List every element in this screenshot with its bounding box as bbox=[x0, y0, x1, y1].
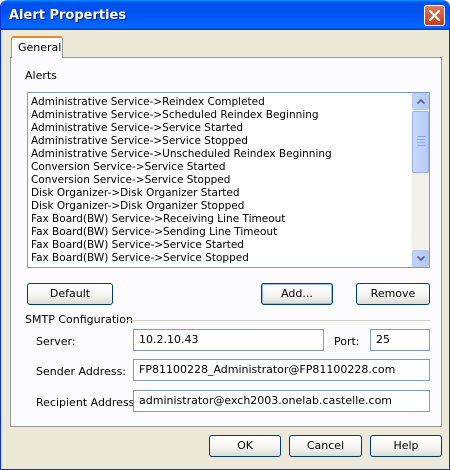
list-item[interactable]: Administrative Service->Scheduled Reinde… bbox=[30, 109, 412, 122]
title-bar[interactable]: Alert Properties bbox=[1, 0, 449, 30]
recipient-address-input[interactable]: administrator@exch2003.onelab.castelle.c… bbox=[133, 390, 430, 412]
alerts-listbox[interactable]: Administrative Service->Reindex Complete… bbox=[27, 92, 430, 268]
list-item[interactable]: Conversion Service->Service Stopped bbox=[30, 174, 412, 187]
grip-line bbox=[417, 142, 425, 143]
list-item[interactable]: Administrative Service->Service Stopped bbox=[30, 135, 412, 148]
list-item[interactable]: Fax Board(BW) Service->Sending Line Time… bbox=[30, 226, 412, 239]
cancel-button[interactable]: Cancel bbox=[289, 435, 362, 457]
sender-address-label: Sender Address: bbox=[36, 365, 127, 378]
scroll-thumb[interactable] bbox=[412, 111, 429, 173]
smtp-section-label: SMTP Configuration bbox=[25, 313, 133, 326]
grip-line bbox=[417, 139, 425, 140]
list-item[interactable]: Fax Board(BW) Service->Service Stopped bbox=[30, 252, 412, 265]
list-item[interactable]: Disk Organizer->Disk Organizer Started bbox=[30, 187, 412, 200]
tab-general-label: General bbox=[18, 41, 62, 54]
list-item[interactable]: Fax Board(BW) Service->Receiving Line Ti… bbox=[30, 213, 412, 226]
list-item[interactable]: Administrative Service->Service Started bbox=[30, 122, 412, 135]
port-input[interactable]: 25 bbox=[370, 329, 430, 351]
list-item[interactable]: Administrative Service->Reindex Complete… bbox=[30, 96, 412, 109]
alerts-list: Administrative Service->Reindex Complete… bbox=[30, 96, 412, 265]
list-item[interactable]: Disk Organizer->Disk Organizer Stopped bbox=[30, 200, 412, 213]
grip-line bbox=[417, 145, 425, 146]
add-button[interactable]: Add... bbox=[261, 283, 333, 305]
help-button[interactable]: Help bbox=[370, 435, 442, 457]
recipient-address-label: Recipient Address: bbox=[36, 396, 139, 409]
list-item[interactable]: Fax Board(BW) Service->Service Started bbox=[30, 239, 412, 252]
sender-address-input[interactable]: FP81100228_Administrator@FP81100228.com bbox=[133, 359, 430, 381]
general-tab-panel: Alerts Administrative Service->Reindex C… bbox=[10, 57, 442, 427]
server-input[interactable]: 10.2.10.43 bbox=[133, 329, 324, 351]
close-button[interactable] bbox=[424, 5, 445, 26]
close-icon bbox=[429, 10, 440, 21]
tab-general[interactable]: General bbox=[11, 36, 63, 58]
list-item[interactable]: Administrative Service->Unscheduled Rein… bbox=[30, 148, 412, 161]
list-item[interactable]: Conversion Service->Service Started bbox=[30, 161, 412, 174]
server-label: Server: bbox=[36, 335, 76, 348]
ok-button[interactable]: OK bbox=[209, 435, 281, 457]
default-button[interactable]: Default bbox=[27, 283, 113, 305]
group-divider bbox=[127, 320, 430, 321]
alerts-scrollbar[interactable] bbox=[412, 93, 429, 267]
grip-line bbox=[417, 136, 425, 137]
window-title: Alert Properties bbox=[9, 8, 127, 23]
remove-button[interactable]: Remove bbox=[356, 283, 430, 305]
chevron-up-icon bbox=[417, 99, 425, 104]
scroll-up-button[interactable] bbox=[412, 93, 429, 110]
port-label: Port: bbox=[334, 335, 360, 348]
alert-properties-window: Alert Properties General Alerts Administ… bbox=[0, 0, 450, 470]
chevron-down-icon bbox=[417, 256, 425, 261]
scroll-down-button[interactable] bbox=[412, 250, 429, 267]
alerts-label: Alerts bbox=[25, 69, 57, 82]
